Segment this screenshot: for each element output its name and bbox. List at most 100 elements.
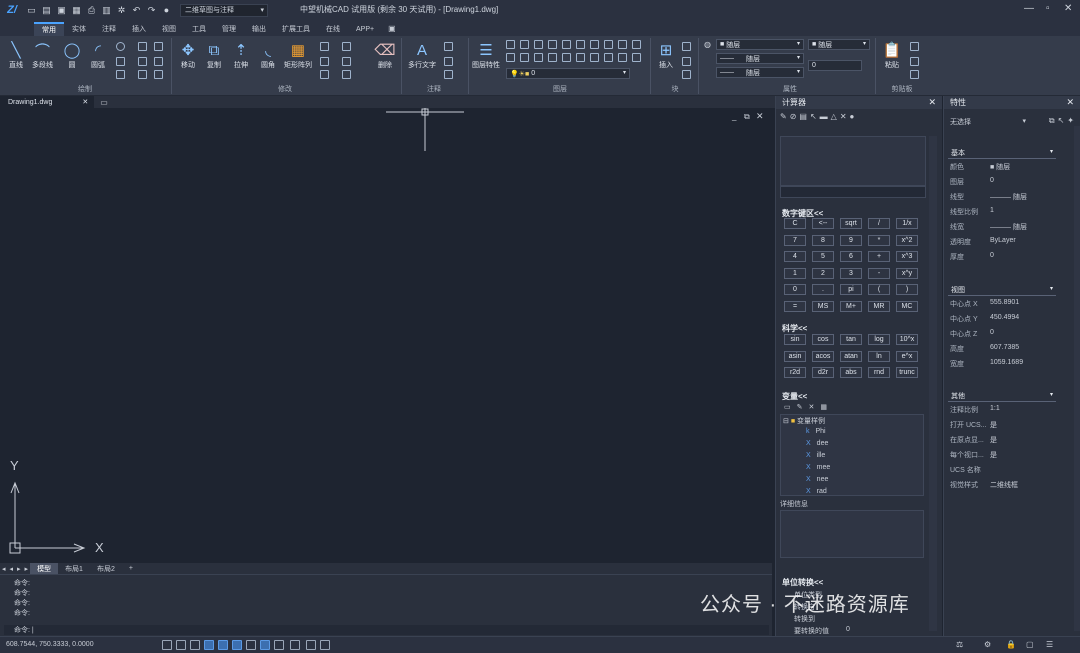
calc-key[interactable]: 7: [784, 234, 806, 246]
first-tab-icon[interactable]: ◂: [0, 565, 8, 573]
tab-output[interactable]: 输出: [244, 22, 274, 36]
stretch-button[interactable]: ⇡ 拉伸: [231, 40, 251, 70]
calc-key[interactable]: -: [868, 267, 890, 279]
tab-manage[interactable]: 管理: [214, 22, 244, 36]
calc-key[interactable]: 1/x: [896, 218, 918, 229]
ellipse-icon[interactable]: [116, 42, 125, 51]
layer-tool-icon[interactable]: [534, 53, 543, 62]
transparency-input[interactable]: 0: [808, 60, 862, 71]
calc-key[interactable]: asin: [784, 350, 806, 362]
property-row[interactable]: 厚度 0: [950, 252, 1060, 262]
ortho-icon[interactable]: [190, 640, 200, 650]
layer-tool-icon[interactable]: [576, 40, 585, 49]
plot-icon[interactable]: ▥: [100, 4, 113, 17]
save-as-icon[interactable]: ▦: [70, 4, 83, 17]
calc-key[interactable]: atan: [840, 350, 862, 362]
layer-tool-icon[interactable]: [506, 53, 515, 62]
property-row[interactable]: 颜色 ■ 随层: [950, 162, 1060, 172]
tab-app[interactable]: APP+: [348, 22, 382, 36]
angle-icon[interactable]: △: [831, 112, 837, 126]
lock-icon[interactable]: 🔒: [1006, 640, 1016, 649]
calc-key[interactable]: cos: [812, 334, 834, 345]
layer-tool-icon[interactable]: [548, 40, 557, 49]
attribute-icon[interactable]: [682, 70, 691, 79]
layer-tool-icon[interactable]: [562, 40, 571, 49]
layer-tool-icon[interactable]: [576, 53, 585, 62]
boundary-icon[interactable]: [154, 70, 163, 79]
calc-key[interactable]: *: [868, 234, 890, 246]
clean-screen-icon[interactable]: ▢: [1026, 640, 1034, 649]
get-coordinates-icon[interactable]: ↖: [810, 112, 817, 126]
polyline-button[interactable]: ⌒ 多段线: [32, 40, 53, 70]
layer-tool-icon[interactable]: [632, 40, 641, 49]
offset-icon[interactable]: [342, 57, 351, 66]
tab-layout2[interactable]: 布局2: [90, 563, 122, 574]
calc-key[interactable]: MC: [896, 300, 918, 312]
calc-key[interactable]: x^y: [896, 267, 918, 279]
calc-key[interactable]: rnd: [868, 367, 890, 378]
snap-icon[interactable]: [176, 640, 186, 650]
calc-key[interactable]: trunc: [896, 367, 918, 378]
calc-key[interactable]: 5: [812, 251, 834, 262]
scientific-title[interactable]: 科学<<: [782, 323, 807, 334]
calc-key[interactable]: (: [868, 284, 890, 295]
layer-tool-icon[interactable]: [604, 53, 613, 62]
property-row[interactable]: 线宽 ——— 随层: [950, 222, 1060, 232]
paste-button[interactable]: 📋 粘贴: [882, 40, 902, 70]
copy-clip-icon[interactable]: [910, 57, 919, 66]
close-icon[interactable]: ✕: [82, 98, 88, 106]
mtext-button[interactable]: A 多行文字: [408, 40, 436, 70]
line-button[interactable]: ╲ 直线: [6, 40, 26, 70]
copy-button[interactable]: ⧉ 复制: [204, 40, 224, 70]
dyn-icon[interactable]: [260, 640, 270, 650]
property-row[interactable]: 图层 0: [950, 177, 1060, 187]
delete-variable-icon[interactable]: ✕: [809, 403, 815, 411]
drawing-canvas[interactable]: _ ⧉ ✕ Y X: [0, 108, 772, 563]
select-objects-icon[interactable]: ↖: [1058, 116, 1065, 126]
trim-icon[interactable]: [320, 42, 329, 51]
paste-value-icon[interactable]: ▤: [799, 112, 807, 126]
calc-key[interactable]: <--: [812, 218, 834, 229]
toggle-pickadd-icon[interactable]: ⧉: [1049, 116, 1055, 126]
clear-icon[interactable]: ✎: [780, 112, 787, 126]
lineweight-icon[interactable]: [274, 640, 284, 650]
variable-item[interactable]: Xrad: [806, 488, 827, 495]
calc-key[interactable]: ln: [868, 350, 890, 362]
create-block-icon[interactable]: [682, 42, 691, 51]
selection-dropdown[interactable]: 无选择 ▾: [950, 117, 1026, 128]
calculator-icon[interactable]: ▦: [820, 403, 827, 411]
property-row[interactable]: 在原点显... 是: [950, 435, 1060, 445]
maximize-button[interactable]: ▫: [1046, 3, 1050, 14]
calc-key[interactable]: e^x: [896, 350, 918, 362]
variable-item[interactable]: Xnee: [806, 476, 828, 483]
calc-key[interactable]: 1: [784, 267, 806, 279]
calc-key[interactable]: x^3: [896, 251, 918, 262]
ducs-icon[interactable]: [246, 640, 256, 650]
property-row[interactable]: 线型比例 1: [950, 207, 1060, 217]
unit-conversion-title[interactable]: 单位转换<<: [782, 577, 823, 588]
insert-button[interactable]: ⊞ 插入: [656, 40, 676, 70]
point-icon[interactable]: [116, 57, 125, 66]
match-icon[interactable]: [910, 70, 919, 79]
variables-title[interactable]: 变量<<: [782, 391, 807, 402]
layer-tool-icon[interactable]: [590, 53, 599, 62]
help-icon[interactable]: ●: [850, 112, 855, 126]
annotation-monitor-icon[interactable]: [320, 640, 330, 650]
property-row[interactable]: 线型 ——— 随层: [950, 192, 1060, 202]
layer-tool-icon[interactable]: [562, 53, 571, 62]
view-group-header[interactable]: 视图 ▾: [948, 285, 1056, 296]
property-row[interactable]: 中心点 Z 0: [950, 329, 1060, 339]
layer-tool-icon[interactable]: [534, 40, 543, 49]
basic-group-header[interactable]: 基本 ▾: [948, 148, 1056, 159]
cut-icon[interactable]: [910, 42, 919, 51]
calc-key[interactable]: C: [784, 218, 806, 229]
tab-view[interactable]: 视图: [154, 22, 184, 36]
tab-home[interactable]: 常用: [34, 22, 64, 36]
open-icon[interactable]: ▤: [40, 4, 53, 17]
selection-cycling-icon[interactable]: [306, 640, 316, 650]
variable-group[interactable]: ⊟ ■ 变量样例: [783, 416, 825, 426]
property-row[interactable]: UCS 名称: [950, 465, 1060, 475]
workspace-switch-icon[interactable]: ⚙: [984, 640, 991, 649]
calc-key[interactable]: pi: [840, 284, 862, 295]
calc-key[interactable]: MS: [812, 300, 834, 312]
